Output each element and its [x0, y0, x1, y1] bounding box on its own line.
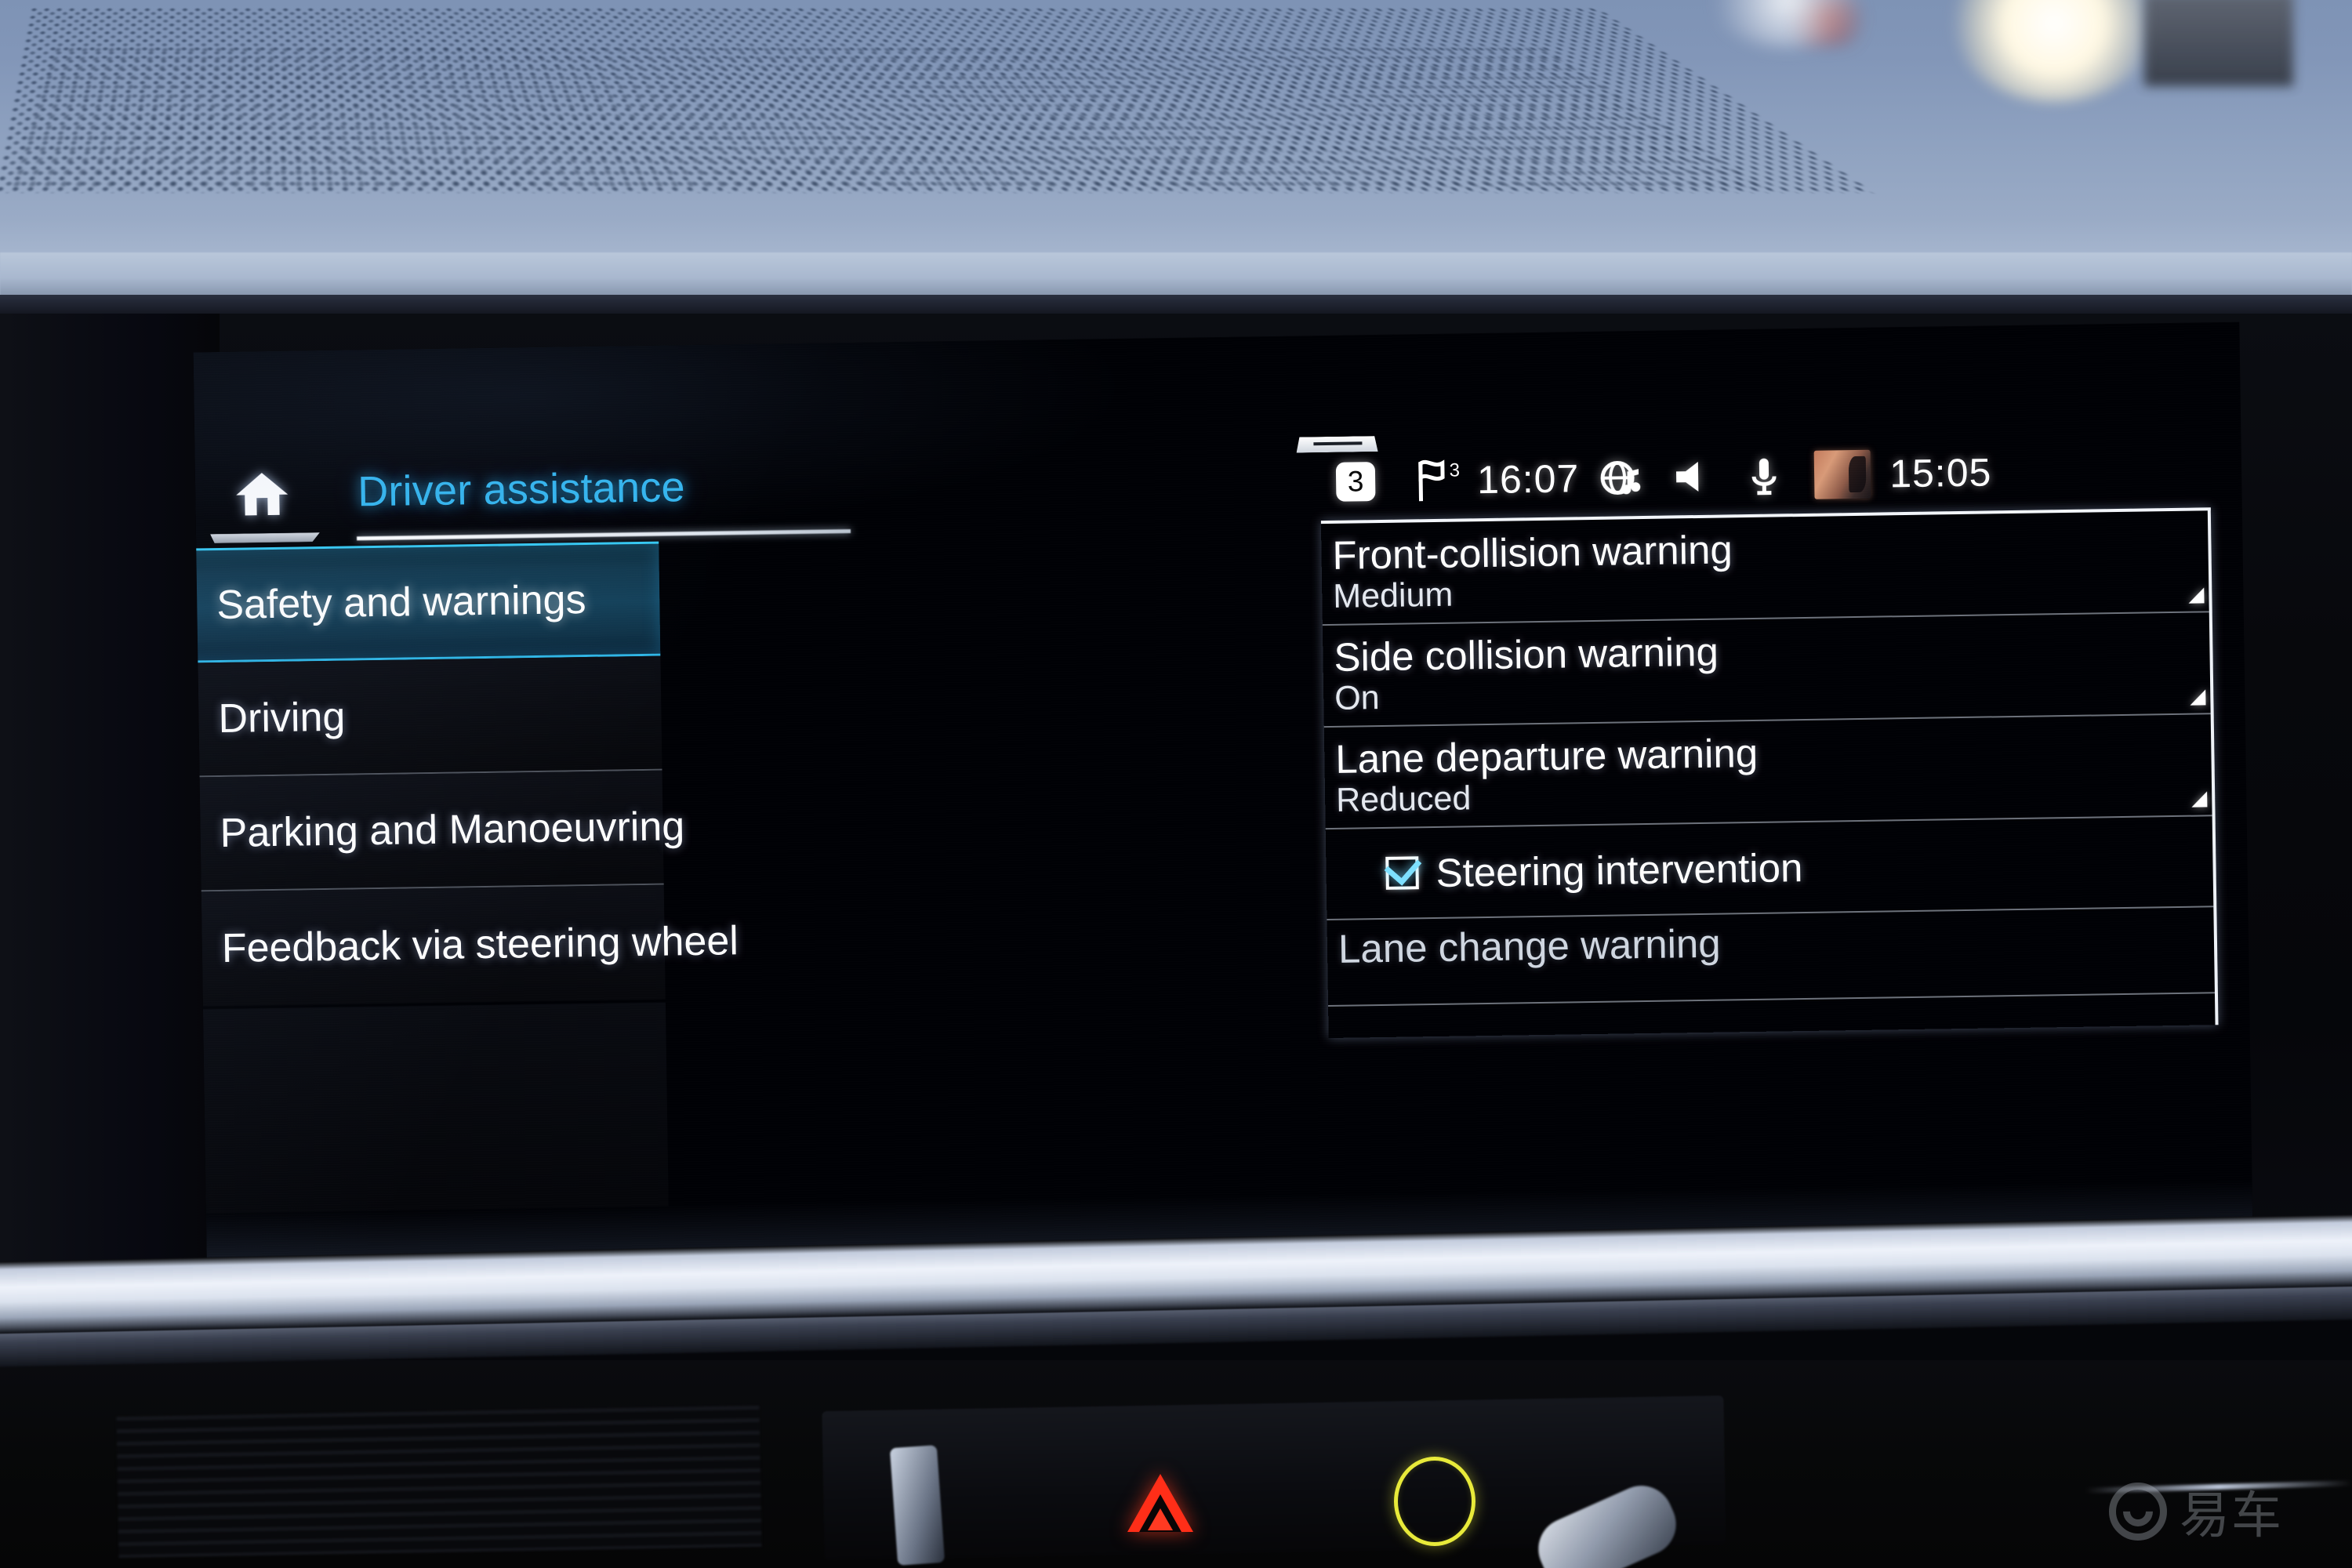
status-bar: 3 3 16:07 15:05 [1335, 438, 2211, 513]
driver-assistance-menu[interactable]: Safety and warnings Driving Parking and … [193, 541, 739, 1007]
sidebar-item-label: Driving [218, 694, 346, 742]
car-interior-photo: Driver assistance Safety and warnings Dr… [0, 0, 2352, 1568]
page-title: Driver assistance [357, 463, 686, 516]
windshield-right-edge [2144, 0, 2293, 86]
left-pane-empty-area [193, 1002, 669, 1214]
title-divider [357, 529, 851, 541]
checkbox-checked-icon[interactable] [1384, 848, 1422, 890]
navigation-superscript: 3 [1449, 459, 1461, 481]
expand-corner-icon[interactable] [2188, 587, 2205, 604]
camera-thumbnail-icon[interactable] [1813, 449, 1871, 499]
sidebar-item-label: Parking and Manoeuvring [220, 804, 685, 856]
sidebar-item-parking-and-manoeuvring[interactable]: Parking and Manoeuvring [193, 770, 685, 893]
watermark-text: 易车 [2180, 1487, 2283, 1545]
setting-row-steering-intervention[interactable]: Steering intervention [1325, 816, 2214, 921]
clock-time: 15:05 [1889, 450, 1992, 496]
home-icon[interactable] [234, 471, 290, 517]
setting-row-lane-change-warning[interactable]: Lane change warning [1327, 907, 2215, 1007]
gear-badge-label: 3 [1335, 462, 1376, 502]
yiche-logo-icon [2109, 1483, 2167, 1541]
globe-music-icon[interactable] [1598, 456, 1642, 500]
central-lock-button[interactable] [1394, 1457, 1475, 1546]
sidebar-item-feedback-via-steering-wheel[interactable]: Feedback via steering wheel [193, 884, 739, 1007]
setting-row-side-collision-warning[interactable]: Side collision warning On [1322, 612, 2211, 728]
sidebar-item-label: Feedback via steering wheel [221, 918, 739, 971]
sidebar-item-driving[interactable]: Driving [193, 655, 662, 779]
setting-row-lane-departure-warning[interactable]: Lane departure warning Reduced [1323, 714, 2212, 830]
safety-settings-list[interactable]: Front-collision warning Medium Side coll… [1320, 507, 2219, 1039]
speaker-grille-secondary [9, 47, 1776, 192]
setting-title: Lane change warning [1338, 920, 1722, 971]
infotainment-display[interactable]: Driver assistance Safety and warnings Dr… [193, 321, 2253, 1262]
air-vent-left [116, 1405, 762, 1559]
microphone-icon[interactable] [1742, 453, 1787, 498]
sidebar-item-label: Safety and warnings [216, 577, 586, 629]
display-bezel-left [0, 314, 220, 1278]
eta-time: 16:07 [1476, 456, 1580, 503]
expand-corner-icon[interactable] [2190, 689, 2206, 706]
watermark: 易车 [2109, 1474, 2336, 1549]
expand-corner-icon[interactable] [2191, 791, 2208, 808]
navigation-flag-icon[interactable]: 3 [1410, 457, 1461, 505]
setting-row-front-collision-warning[interactable]: Front-collision warning Medium [1320, 510, 2209, 626]
setting-title: Steering intervention [1436, 844, 1803, 895]
sidebar-item-safety-and-warnings[interactable]: Safety and warnings [193, 541, 661, 664]
home-tab-indicator [210, 532, 320, 543]
speaker-icon[interactable] [1670, 455, 1715, 499]
console-chrome-accent [889, 1445, 946, 1566]
gear-indicator-badge: 3 [1335, 462, 1376, 502]
